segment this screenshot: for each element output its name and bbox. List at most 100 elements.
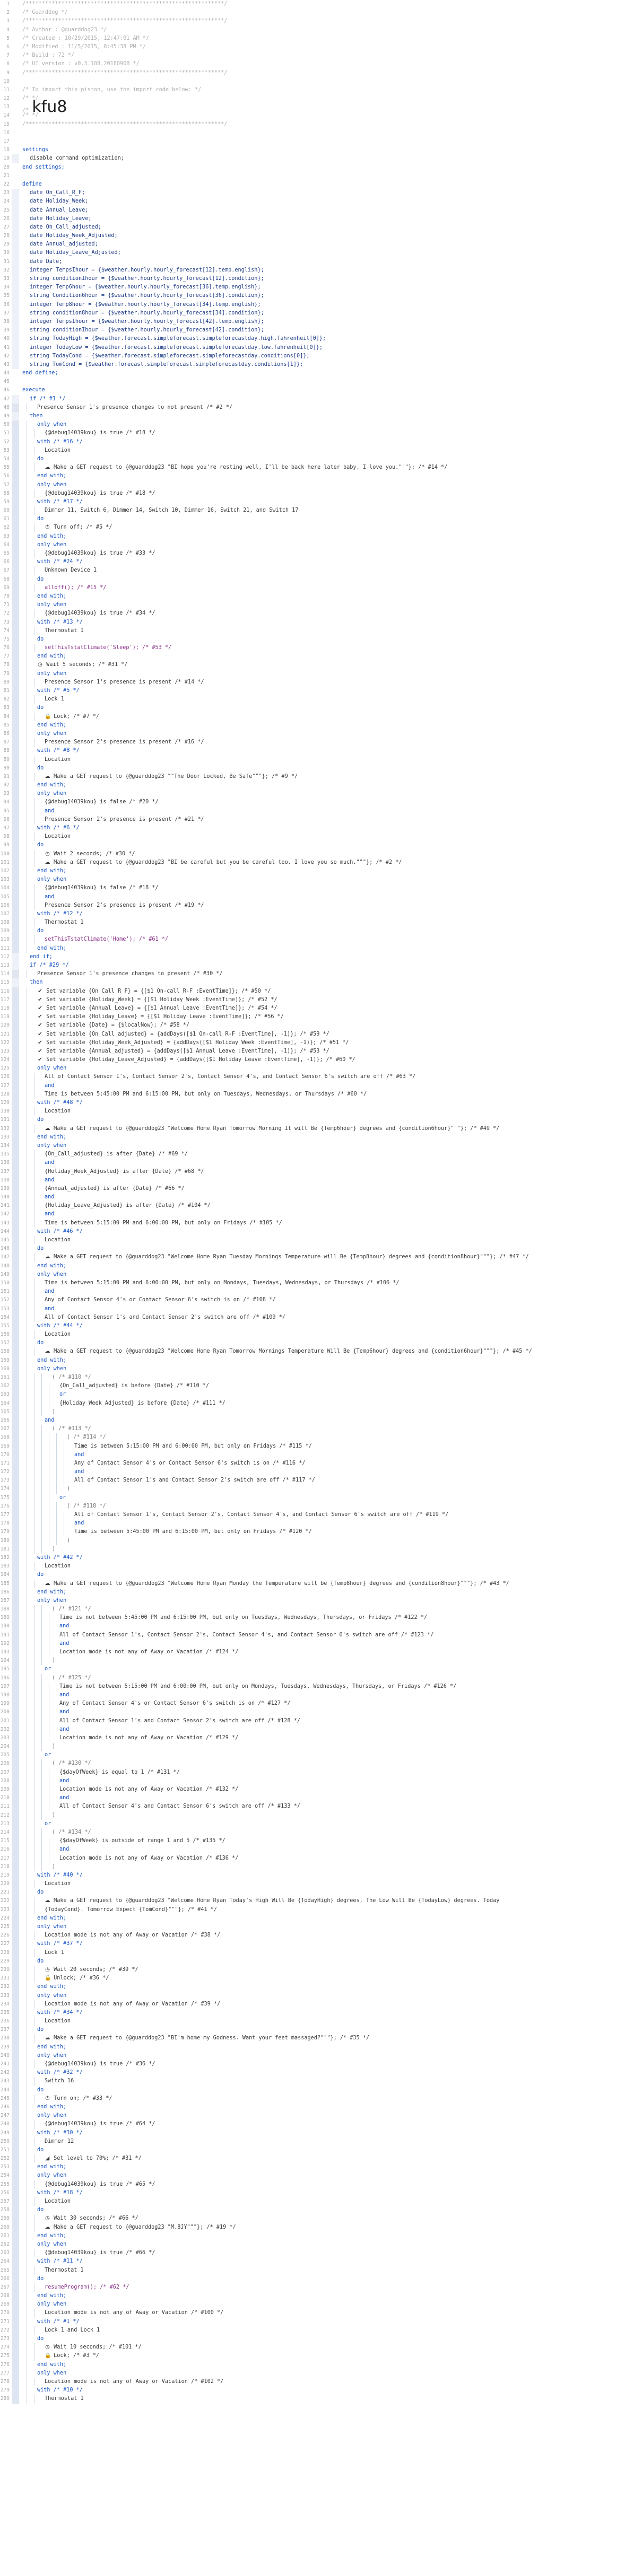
fold-gutter[interactable]	[12, 2369, 19, 2378]
fold-gutter[interactable]	[12, 1888, 19, 1897]
fold-gutter[interactable]	[12, 2249, 19, 2258]
fold-gutter[interactable]	[12, 1682, 19, 1691]
fold-gutter[interactable]	[12, 1605, 19, 1614]
fold-gutter[interactable]	[12, 575, 19, 584]
fold-gutter[interactable]	[12, 747, 19, 756]
fold-gutter[interactable]	[12, 755, 19, 764]
fold-gutter[interactable]	[12, 1776, 19, 1785]
fold-gutter[interactable]	[12, 1854, 19, 1863]
fold-gutter[interactable]	[12, 1107, 19, 1116]
fold-gutter[interactable]	[12, 2180, 19, 2189]
fold-gutter[interactable]	[12, 1047, 19, 1056]
fold-gutter[interactable]	[12, 1416, 19, 1425]
fold-gutter[interactable]	[12, 1064, 19, 1073]
fold-gutter[interactable]	[12, 1124, 19, 1133]
fold-gutter[interactable]	[12, 1021, 19, 1030]
fold-gutter[interactable]	[12, 807, 19, 816]
fold-gutter[interactable]	[12, 1167, 19, 1176]
fold-gutter[interactable]	[12, 944, 19, 953]
fold-gutter[interactable]	[12, 1030, 19, 1039]
fold-gutter[interactable]	[12, 1588, 19, 1597]
fold-gutter[interactable]	[12, 1116, 19, 1125]
fold-gutter[interactable]	[12, 2077, 19, 2086]
fold-gutter[interactable]	[12, 180, 19, 189]
fold-gutter[interactable]	[12, 1742, 19, 1751]
fold-gutter[interactable]	[12, 687, 19, 696]
fold-gutter[interactable]	[12, 2060, 19, 2069]
fold-gutter[interactable]	[12, 2214, 19, 2223]
fold-gutter[interactable]	[12, 2120, 19, 2129]
fold-gutter[interactable]	[12, 583, 19, 592]
fold-gutter[interactable]	[12, 335, 19, 344]
fold-gutter[interactable]	[12, 1399, 19, 1408]
fold-gutter[interactable]	[12, 892, 19, 901]
fold-gutter[interactable]	[12, 2360, 19, 2369]
fold-gutter[interactable]	[12, 1940, 19, 1949]
fold-gutter[interactable]	[12, 1176, 19, 1185]
fold-gutter[interactable]	[12, 1974, 19, 1983]
fold-gutter[interactable]	[12, 738, 19, 747]
fold-gutter[interactable]	[12, 1794, 19, 1803]
fold-gutter[interactable]	[12, 2000, 19, 2009]
fold-gutter[interactable]	[12, 1648, 19, 1657]
fold-gutter[interactable]	[12, 2034, 19, 2043]
fold-gutter[interactable]	[12, 360, 19, 370]
fold-gutter[interactable]	[12, 1991, 19, 2000]
fold-gutter[interactable]	[12, 764, 19, 773]
fold-gutter[interactable]	[12, 326, 19, 335]
fold-gutter[interactable]	[12, 1905, 19, 1914]
fold-gutter[interactable]	[12, 1081, 19, 1090]
fold-gutter[interactable]	[12, 94, 19, 103]
fold-gutter[interactable]	[12, 1339, 19, 1348]
fold-gutter[interactable]	[12, 1193, 19, 1202]
fold-gutter[interactable]	[12, 446, 19, 455]
fold-gutter[interactable]	[12, 961, 19, 970]
fold-gutter[interactable]	[12, 2094, 19, 2103]
fold-gutter[interactable]	[12, 1957, 19, 1966]
fold-gutter[interactable]	[12, 1502, 19, 1511]
fold-gutter[interactable]	[12, 1004, 19, 1013]
fold-gutter[interactable]	[12, 454, 19, 464]
fold-gutter[interactable]	[12, 249, 19, 258]
fold-gutter[interactable]	[12, 927, 19, 936]
fold-gutter[interactable]	[12, 2223, 19, 2232]
fold-gutter[interactable]	[12, 2069, 19, 2078]
fold-gutter[interactable]	[12, 378, 19, 386]
fold-gutter[interactable]	[12, 429, 19, 438]
fold-gutter[interactable]	[12, 833, 19, 842]
fold-gutter[interactable]	[12, 1210, 19, 1219]
fold-gutter[interactable]	[12, 772, 19, 782]
fold-gutter[interactable]	[12, 678, 19, 687]
fold-gutter[interactable]	[12, 1038, 19, 1047]
fold-gutter[interactable]	[12, 506, 19, 515]
fold-gutter[interactable]	[12, 566, 19, 575]
fold-gutter[interactable]	[12, 1253, 19, 1262]
fold-gutter[interactable]	[12, 1733, 19, 1743]
fold-gutter[interactable]	[12, 1133, 19, 1142]
fold-gutter[interactable]	[12, 652, 19, 661]
fold-gutter[interactable]	[12, 1631, 19, 1640]
fold-gutter[interactable]	[12, 2292, 19, 2301]
fold-gutter[interactable]	[12, 2154, 19, 2163]
fold-gutter[interactable]	[12, 618, 19, 627]
fold-gutter[interactable]	[12, 995, 19, 1004]
fold-gutter[interactable]	[12, 1811, 19, 1820]
fold-gutter[interactable]	[12, 592, 19, 601]
fold-gutter[interactable]	[12, 1382, 19, 1391]
fold-gutter[interactable]	[12, 1965, 19, 1975]
fold-gutter[interactable]	[12, 2309, 19, 2318]
fold-gutter[interactable]	[12, 1013, 19, 1022]
fold-gutter[interactable]	[12, 2163, 19, 2172]
fold-gutter[interactable]	[12, 0, 19, 8]
fold-gutter[interactable]	[12, 2086, 19, 2095]
fold-gutter[interactable]	[12, 2257, 19, 2266]
fold-gutter[interactable]	[12, 1468, 19, 1477]
fold-gutter[interactable]	[12, 970, 19, 979]
fold-gutter[interactable]	[12, 2008, 19, 2018]
fold-gutter[interactable]	[12, 1099, 19, 1108]
fold-gutter[interactable]	[12, 635, 19, 644]
fold-gutter[interactable]	[12, 1356, 19, 1365]
fold-gutter[interactable]	[12, 1296, 19, 1305]
fold-gutter[interactable]	[12, 69, 19, 77]
fold-gutter[interactable]	[12, 343, 19, 352]
